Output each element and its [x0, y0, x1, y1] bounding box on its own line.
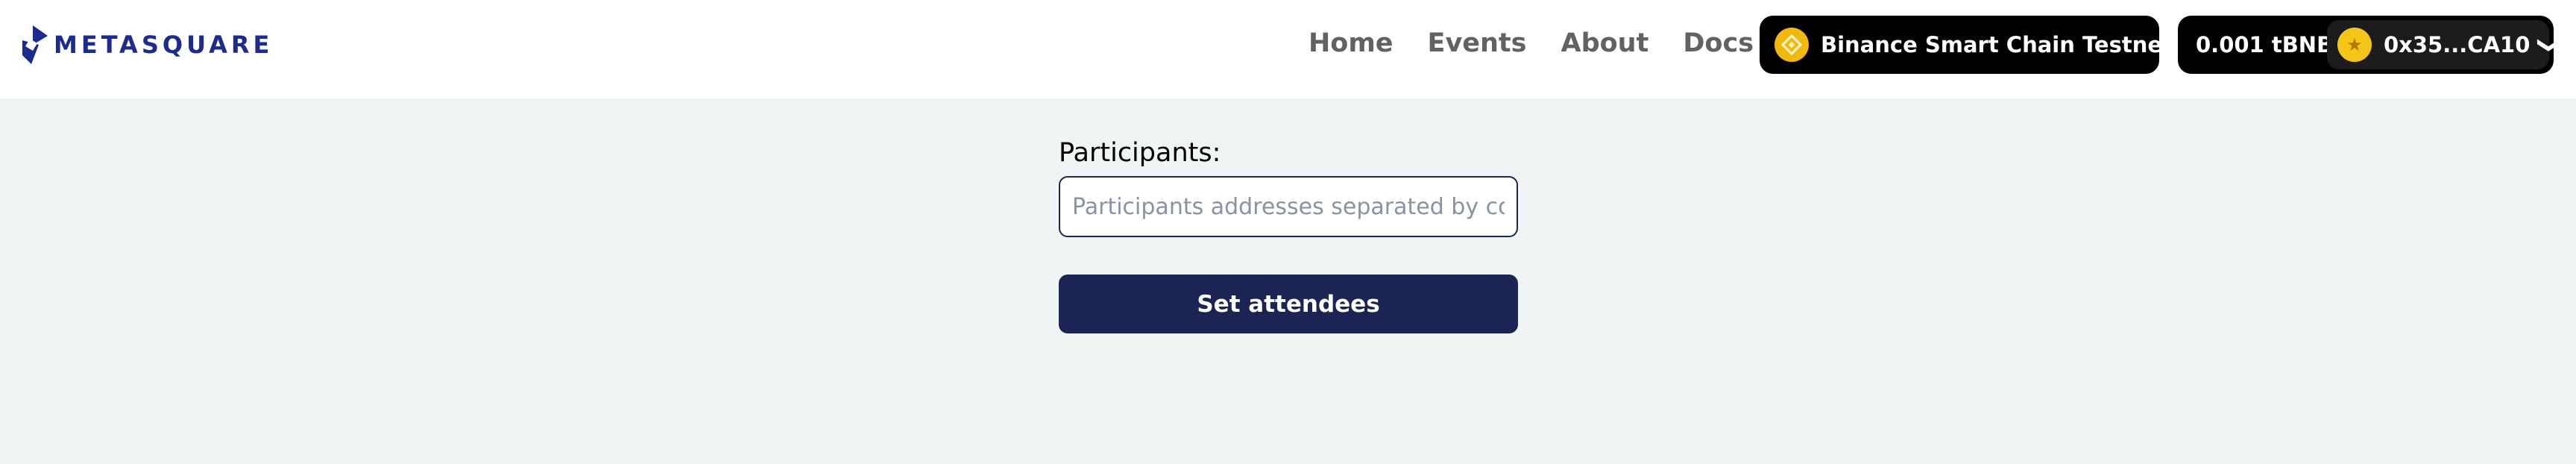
nav-docs[interactable]: Docs	[1683, 28, 1754, 58]
nav-home[interactable]: Home	[1309, 28, 1394, 58]
chevron-down-icon: ❯	[2536, 35, 2563, 54]
account-button[interactable]: ★ 0x35...CA10 ❯	[2327, 20, 2563, 69]
participants-input[interactable]	[1059, 176, 1518, 237]
nav-events[interactable]: Events	[1428, 28, 1527, 58]
participants-label: Participants:	[1059, 138, 1221, 168]
account-address: 0x35...CA10	[2384, 32, 2531, 57]
metasquare-logo-icon	[22, 25, 48, 64]
nav-about[interactable]: About	[1561, 28, 1649, 58]
account-avatar-icon: ★	[2337, 28, 2372, 62]
metasquare-logo[interactable]: METASQUARE	[22, 25, 273, 64]
network-selector-button[interactable]: Binance Smart Chain Testnet ❯	[1760, 16, 2205, 74]
brand-name: METASQUARE	[54, 31, 274, 59]
main-nav: Home Events About Docs	[1309, 27, 1754, 60]
top-header: METASQUARE Home Events About Docs Binanc…	[0, 0, 2576, 98]
bnb-coin-icon	[1774, 28, 1809, 62]
network-label: Binance Smart Chain Testnet	[1821, 32, 2173, 57]
set-attendees-button[interactable]: Set attendees	[1059, 275, 1518, 333]
wallet-account-box: 0.001 tBNB ★ 0x35...CA10 ❯	[2178, 16, 2563, 74]
wallet-balance: 0.001 tBNB	[2196, 32, 2334, 57]
